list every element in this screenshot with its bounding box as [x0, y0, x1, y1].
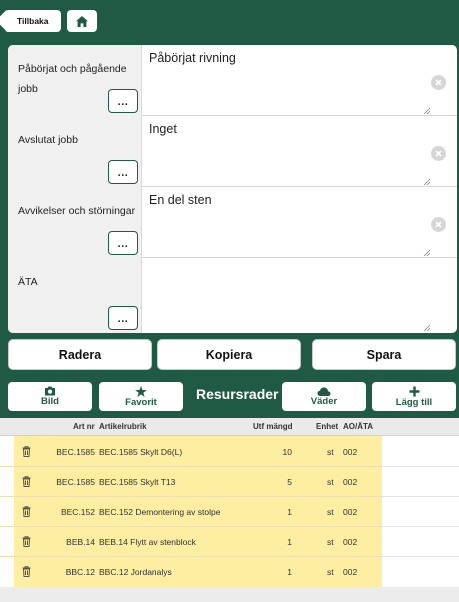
cell-article-title: BEC.1585 Skylt T13: [99, 477, 176, 487]
plus-icon: [409, 386, 419, 396]
cell-art-nr: BEB.14: [66, 537, 95, 547]
resize-handle-icon[interactable]: [423, 324, 430, 331]
cell-art-nr: BEC.1585: [56, 447, 95, 457]
cell-quantity: 5: [287, 477, 292, 487]
cell-unit: st: [327, 447, 334, 457]
top-bar: Tillbaka: [0, 0, 459, 38]
started-jobs-textarea[interactable]: Påbörjat rivning: [149, 51, 236, 65]
cell-unit: st: [327, 477, 334, 487]
cell-art-nr: BBC.12: [65, 567, 95, 577]
table-footer: [0, 587, 459, 602]
cell-art-nr: BEC.152: [60, 507, 95, 517]
form-label-cell: Avslutat jobb ...: [8, 116, 142, 187]
cell-ao-ata: 002: [343, 567, 358, 577]
column-header-unit[interactable]: Enhet: [316, 422, 338, 431]
table-row[interactable]: BEB.14 BEB.14 Flytt av stenblock 1 st 00…: [0, 527, 459, 557]
table-row[interactable]: BEC.152 BEC.152 Demontering av stolpe 1 …: [0, 497, 459, 527]
clear-icon[interactable]: [431, 217, 446, 232]
resize-handle-icon[interactable]: [423, 107, 430, 114]
form-label-cell: ÄTA ...: [8, 258, 142, 333]
table-header: Art nr Artikelrubrik Utf mängd Enhet AO/…: [0, 418, 459, 436]
form-row-finished-jobs: Avslutat jobb ... Inget: [8, 116, 457, 187]
copy-button[interactable]: Kopiera: [157, 339, 301, 370]
trash-icon[interactable]: [22, 446, 31, 457]
cell-article-title: BEC.152 Demontering av stolpe: [99, 507, 221, 517]
cell-unit: st: [327, 567, 334, 577]
add-button[interactable]: Lägg till: [372, 382, 456, 411]
delete-button[interactable]: Radera: [8, 339, 152, 370]
form-label: ÄTA: [18, 276, 38, 288]
clear-icon[interactable]: [431, 75, 446, 90]
finished-jobs-textarea[interactable]: Inget: [149, 122, 177, 136]
weather-button[interactable]: Väder: [282, 382, 366, 411]
form-label-cell: Påbörjat och pågående jobb ...: [8, 45, 142, 116]
cell-article-title: BEB.14 Flytt av stenblock: [99, 537, 196, 547]
clear-icon[interactable]: [431, 146, 446, 161]
snippet-button[interactable]: ...: [108, 89, 138, 113]
cell-unit: st: [327, 537, 334, 547]
home-button[interactable]: [67, 10, 97, 32]
column-header-article-title[interactable]: Artikelrubrik: [99, 422, 147, 431]
cell-ao-ata: 002: [343, 507, 358, 517]
column-header-quantity[interactable]: Utf mängd: [253, 422, 293, 431]
snippet-button[interactable]: ...: [108, 306, 138, 330]
camera-icon: [45, 386, 55, 396]
resize-handle-icon[interactable]: [423, 249, 430, 256]
photo-button[interactable]: Bild: [8, 382, 92, 411]
cell-ao-ata: 002: [343, 477, 358, 487]
favorite-button[interactable]: Favorit: [99, 382, 183, 411]
star-icon: [135, 385, 147, 397]
table-row[interactable]: BBC.12 BBC.12 Jordanalys 1 st 002: [0, 557, 459, 587]
cell-article-title: BBC.12 Jordanalys: [99, 567, 172, 577]
home-icon: [76, 15, 88, 27]
snippet-button[interactable]: ...: [108, 160, 138, 184]
resource-rows-title: Resursrader: [196, 386, 279, 402]
deviations-textarea[interactable]: En del sten: [149, 193, 212, 207]
cell-unit: st: [327, 507, 334, 517]
add-label: Lägg till: [395, 396, 433, 408]
trash-icon[interactable]: [22, 536, 31, 547]
column-header-ao-ata[interactable]: AO/ÄTA: [343, 422, 373, 431]
report-form: Påbörjat och pågående jobb ... Påbörjat …: [8, 45, 457, 333]
snippet-button[interactable]: ...: [108, 231, 138, 255]
form-row-ata: ÄTA ...: [8, 258, 457, 333]
cloud-icon: [317, 387, 331, 396]
photo-label: Bild: [41, 396, 59, 407]
trash-icon[interactable]: [22, 566, 31, 577]
column-header-art-nr[interactable]: Art nr: [73, 422, 95, 431]
resize-handle-icon[interactable]: [423, 178, 430, 185]
cell-quantity: 1: [287, 537, 292, 547]
table-row[interactable]: BEC.1585 BEC.1585 Skylt T13 5 st 002: [0, 467, 459, 497]
form-label: Avvikelser och störningar: [18, 205, 136, 217]
cell-quantity: 1: [287, 567, 292, 577]
form-label-cell: Avvikelser och störningar ...: [8, 187, 142, 258]
trash-icon[interactable]: [22, 506, 31, 517]
trash-icon[interactable]: [22, 476, 31, 487]
weather-label: Väder: [310, 395, 338, 407]
table-row[interactable]: BEC.1585 BEC.1585 Skylt D6(L) 10 st 002: [0, 437, 459, 467]
back-button-label: Tillbaka: [17, 16, 49, 26]
form-row-started-jobs: Påbörjat och pågående jobb ... Påbörjat …: [8, 45, 457, 116]
cell-ao-ata: 002: [343, 447, 358, 457]
cell-art-nr: BEC.1585: [56, 477, 95, 487]
form-row-deviations: Avvikelser och störningar ... En del ste…: [8, 187, 457, 258]
back-button[interactable]: Tillbaka: [5, 10, 61, 32]
form-label: Avslutat jobb: [18, 134, 78, 146]
cell-ao-ata: 002: [343, 537, 358, 547]
save-button[interactable]: Spara: [312, 339, 456, 370]
cell-quantity: 10: [282, 447, 292, 457]
resource-table: Art nr Artikelrubrik Utf mängd Enhet AO/…: [0, 418, 459, 602]
favorite-label: Favorit: [125, 396, 157, 408]
cell-article-title: BEC.1585 Skylt D6(L): [99, 447, 183, 457]
cell-quantity: 1: [287, 507, 292, 517]
